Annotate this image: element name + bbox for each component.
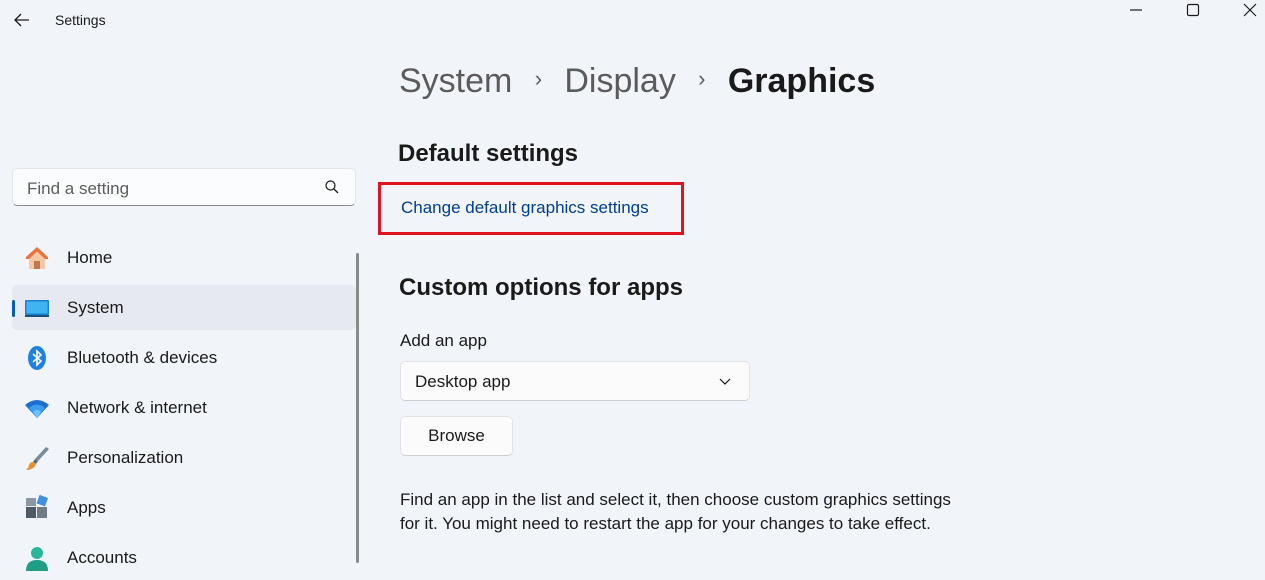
sidebar-item-bluetooth[interactable]: Bluetooth & devices <box>12 335 356 380</box>
breadcrumb: System › Display › Graphics <box>399 62 875 106</box>
title-bar: Settings <box>0 0 1265 40</box>
maximize-icon <box>1186 3 1200 17</box>
sidebar-item-personalization[interactable]: Personalization <box>12 435 356 480</box>
brush-icon <box>26 447 49 470</box>
back-button[interactable] <box>12 10 32 30</box>
add-app-label: Add an app <box>400 331 487 350</box>
search-icon[interactable] <box>325 180 339 194</box>
sidebar-item-label: Apps <box>67 498 106 517</box>
app-type-dropdown[interactable]: Desktop app <box>400 361 750 401</box>
sidebar-item-label: Network & internet <box>67 398 207 417</box>
sidebar-item-apps[interactable]: Apps <box>12 485 356 530</box>
system-icon <box>25 300 49 317</box>
dropdown-value: Desktop app <box>415 372 511 391</box>
bluetooth-icon <box>28 346 46 370</box>
apps-icon <box>26 495 49 518</box>
sidebar-item-system[interactable]: System <box>12 285 356 330</box>
back-arrow-icon <box>14 13 29 27</box>
breadcrumb-display[interactable]: Display <box>564 62 675 100</box>
sidebar-item-label: Home <box>67 248 113 267</box>
sidebar-item-label: System <box>67 298 124 317</box>
minimize-button[interactable] <box>1113 0 1159 20</box>
breadcrumb-separator: › <box>698 66 706 91</box>
page-title: Graphics <box>727 62 876 100</box>
chevron-down-icon <box>719 378 731 385</box>
account-icon <box>26 547 48 571</box>
sidebar-item-network[interactable]: Network & internet <box>12 385 356 430</box>
breadcrumb-system[interactable]: System <box>399 62 512 100</box>
default-settings-heading: Default settings <box>398 140 579 167</box>
custom-options-heading: Custom options for apps <box>399 274 683 301</box>
custom-options-description: Find an app in the list and select it, t… <box>400 490 951 533</box>
sidebar-scrollbar[interactable] <box>356 253 359 563</box>
breadcrumb-separator: › <box>534 66 543 91</box>
minimize-icon <box>1130 9 1142 11</box>
selection-indicator <box>12 300 15 317</box>
browse-button[interactable]: Browse <box>400 416 513 456</box>
sidebar-item-label: Accounts <box>67 548 137 567</box>
home-icon <box>26 247 48 269</box>
sidebar-item-label: Bluetooth & devices <box>67 348 218 367</box>
change-default-graphics-link[interactable]: Change default graphics settings <box>401 198 649 218</box>
maximize-button[interactable] <box>1170 0 1216 20</box>
search-box <box>12 168 356 206</box>
close-button[interactable] <box>1227 0 1265 20</box>
sidebar-item-label: Personalization <box>67 448 184 467</box>
sidebar-item-home[interactable]: Home <box>12 235 356 280</box>
sidebar-item-accounts[interactable]: Accounts <box>12 535 356 580</box>
window-title: Settings <box>55 12 106 28</box>
close-icon <box>1243 3 1257 17</box>
wifi-icon <box>25 400 49 418</box>
search-input[interactable] <box>25 177 319 201</box>
